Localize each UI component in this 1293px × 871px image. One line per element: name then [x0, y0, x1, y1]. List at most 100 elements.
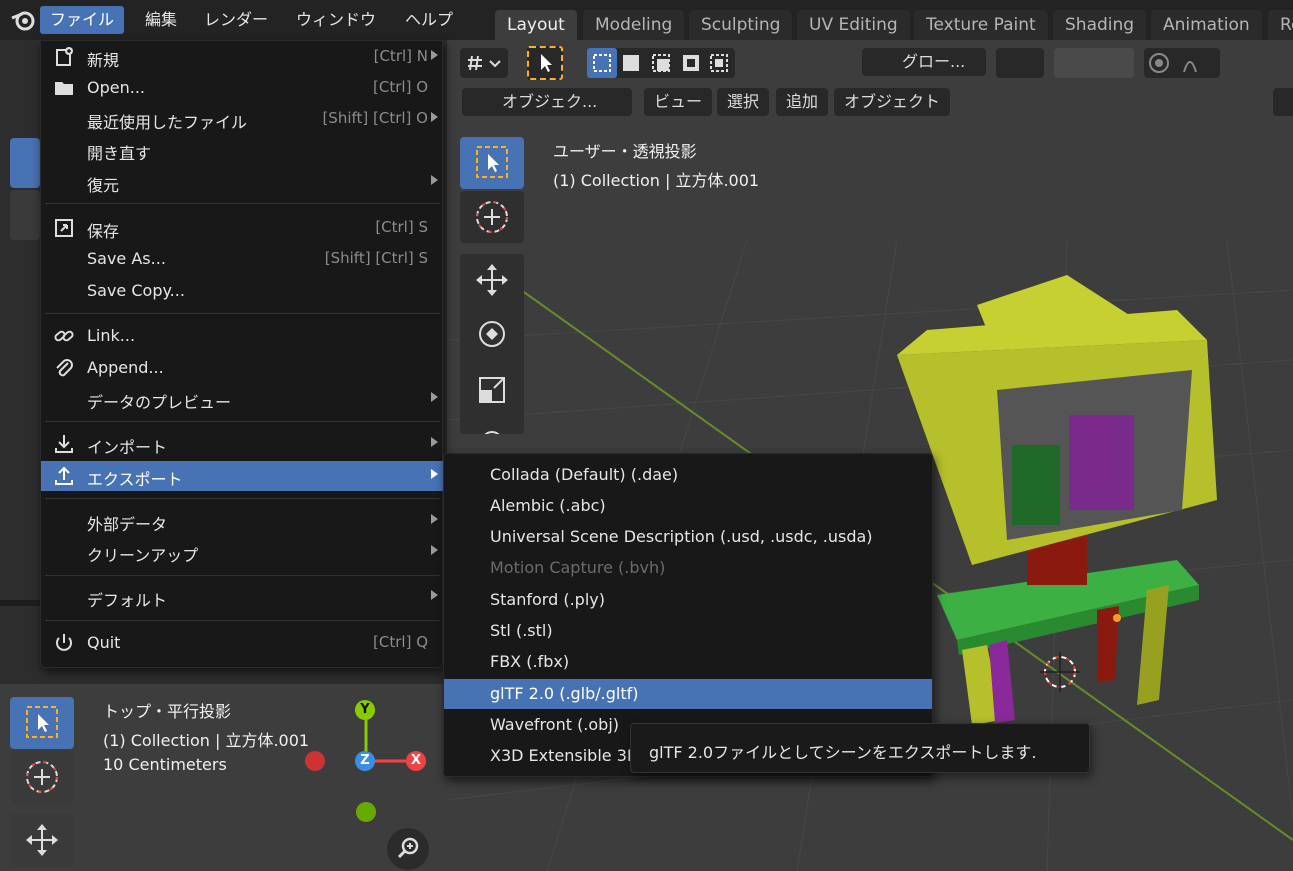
menu-item-recover[interactable]: 復元: [41, 167, 444, 197]
cursor-tool-button[interactable]: [10, 190, 40, 240]
submenu-arrow-icon: [431, 175, 438, 185]
transform-tools-group: [460, 254, 524, 453]
tab-shading[interactable]: Shading: [1053, 10, 1147, 40]
gizmo-y-axis[interactable]: Y: [355, 700, 375, 720]
menu-item-import[interactable]: インポート: [41, 429, 444, 459]
select-tool-button[interactable]: [10, 138, 40, 188]
export-gltf-tooltip: glTF 2.0ファイルとしてシーンをエクスポートします.: [630, 723, 1090, 773]
menu-item-label: Universal Scene Description (.usd, .usdc…: [490, 527, 873, 546]
menu-separator: [45, 620, 440, 621]
menu-item-shortcut: [Shift] [Ctrl] S: [324, 249, 428, 267]
menu-add[interactable]: 追加: [776, 88, 829, 116]
blender-logo-icon[interactable]: [10, 8, 36, 32]
menu-object[interactable]: オブジェクト: [834, 88, 951, 116]
export-gltf[interactable]: glTF 2.0 (.glb/.gltf): [444, 679, 932, 709]
power-icon: [56, 634, 72, 651]
snap-toggle[interactable]: [1054, 48, 1134, 78]
menu-separator: [45, 421, 440, 422]
menu-item-new[interactable]: 新規 [Ctrl] N: [41, 42, 444, 72]
view-overlay-icon[interactable]: [1273, 88, 1293, 116]
menu-item-label: Save As...: [87, 249, 166, 268]
zoom-icon[interactable]: [387, 828, 429, 870]
menu-item-label: 外部データ: [87, 515, 168, 534]
export-alembic[interactable]: Alembic (.abc): [444, 491, 932, 521]
navigation-gizmo[interactable]: Y Z X: [300, 696, 440, 826]
submenu-arrow-icon: [431, 392, 438, 402]
menu-item-data-previews[interactable]: データのプレビュー: [41, 384, 444, 414]
tab-rendering[interactable]: Re: [1268, 10, 1293, 40]
menu-item-label: Collada (Default) (.dae): [490, 465, 679, 484]
menu-item-shortcut: [Ctrl] N: [373, 47, 428, 65]
menu-item-open[interactable]: Open... [Ctrl] O: [41, 73, 444, 103]
menu-item-label: 新規: [87, 51, 120, 70]
menu-file[interactable]: ファイル: [40, 6, 125, 34]
select-box-tool[interactable]: [460, 137, 524, 189]
menu-item-label: 復元: [87, 176, 120, 195]
top-bar: ファイル 編集 レンダー ウィンドウ ヘルプ Layout Modeling S…: [0, 0, 1293, 40]
gizmo-z-axis[interactable]: Z: [355, 751, 375, 771]
menu-item-label: glTF 2.0 (.glb/.gltf): [490, 684, 639, 703]
bottom-collection-label: (1) Collection | 立方体.001: [103, 731, 310, 750]
interaction-mode-dropdown[interactable]: オブジェク...: [462, 88, 632, 116]
menu-view[interactable]: ビュー: [644, 88, 713, 116]
menu-help[interactable]: ヘルプ: [395, 6, 463, 34]
menu-item-link[interactable]: Link...: [41, 321, 444, 351]
export-stl[interactable]: Stl (.stl): [444, 616, 932, 646]
bottom-scale-label: 10 Centimeters: [103, 755, 227, 774]
move-tool-icon: [476, 264, 508, 296]
export-usd[interactable]: Universal Scene Description (.usd, .usdc…: [444, 522, 932, 552]
menu-item-label: Alembic (.abc): [490, 496, 606, 515]
tab-texture-paint[interactable]: Texture Paint: [914, 10, 1048, 40]
menu-item-shortcut: [Ctrl] Q: [373, 633, 428, 651]
pivot-point-dropdown[interactable]: [996, 48, 1044, 78]
editor-type-dropdown[interactable]: [460, 48, 508, 78]
save-icon: [55, 219, 73, 237]
export-collada[interactable]: Collada (Default) (.dae): [444, 460, 932, 490]
cursor-tool[interactable]: [460, 191, 524, 243]
menu-item-revert[interactable]: 開き直す: [41, 135, 444, 165]
gizmo-x-axis[interactable]: X: [406, 751, 426, 771]
menu-item-append[interactable]: Append...: [41, 353, 444, 383]
menu-item-quit[interactable]: Quit [Ctrl] Q: [41, 628, 444, 658]
menu-item-save-copy[interactable]: Save Copy...: [41, 276, 444, 306]
tab-layout[interactable]: Layout: [495, 10, 577, 40]
transform-orientation-dropdown[interactable]: グロー...: [862, 48, 986, 76]
export-ply[interactable]: Stanford (.ply): [444, 585, 932, 615]
move-tool-button-bottom[interactable]: [10, 814, 74, 866]
link-icon: [54, 330, 74, 342]
menu-edit[interactable]: 編集: [135, 6, 187, 34]
tweak-select-button[interactable]: [527, 46, 563, 80]
menu-render[interactable]: レンダー: [194, 6, 278, 34]
cursor-tool-button-bottom[interactable]: [10, 751, 74, 803]
tab-modeling[interactable]: Modeling: [583, 10, 685, 40]
menu-item-external-data[interactable]: 外部データ: [41, 506, 444, 536]
submenu-arrow-icon: [431, 469, 438, 479]
menu-separator: [45, 575, 440, 576]
menu-item-label: Wavefront (.obj): [490, 715, 620, 734]
menu-item-clean-up[interactable]: クリーンアップ: [41, 537, 444, 567]
tab-animation[interactable]: Animation: [1151, 10, 1262, 40]
select-mode-buttons[interactable]: [587, 48, 735, 78]
menu-separator: [45, 498, 440, 499]
menu-select[interactable]: 選択: [717, 88, 770, 116]
menu-item-save-as[interactable]: Save As... [Shift] [Ctrl] S: [41, 244, 444, 274]
submenu-arrow-icon: [431, 50, 438, 60]
menu-item-label: Save Copy...: [87, 281, 185, 300]
menu-item-label: デフォルト: [87, 591, 168, 610]
submenu-arrow-icon: [431, 112, 438, 122]
menu-window[interactable]: ウィンドウ: [286, 6, 386, 34]
export-bvh: Motion Capture (.bvh): [444, 553, 932, 583]
tab-uv-editing[interactable]: UV Editing: [797, 10, 910, 40]
menu-item-defaults[interactable]: デフォルト: [41, 582, 444, 612]
menu-item-export[interactable]: エクスポート: [41, 461, 444, 491]
folder-icon: [55, 82, 73, 95]
tab-sculpting[interactable]: Sculpting: [689, 10, 793, 40]
proportional-editing-toggle[interactable]: [1144, 48, 1220, 78]
menu-item-save[interactable]: 保存 [Ctrl] S: [41, 213, 444, 243]
submenu-arrow-icon: [431, 545, 438, 555]
select-tool-button-bottom[interactable]: [10, 697, 74, 749]
menu-item-shortcut: [Ctrl] S: [375, 218, 428, 236]
export-fbx[interactable]: FBX (.fbx): [444, 647, 932, 677]
menu-item-open-recent[interactable]: 最近使用したファイル [Shift] [Ctrl] O: [41, 104, 444, 134]
menu-item-label: Quit: [87, 633, 121, 652]
